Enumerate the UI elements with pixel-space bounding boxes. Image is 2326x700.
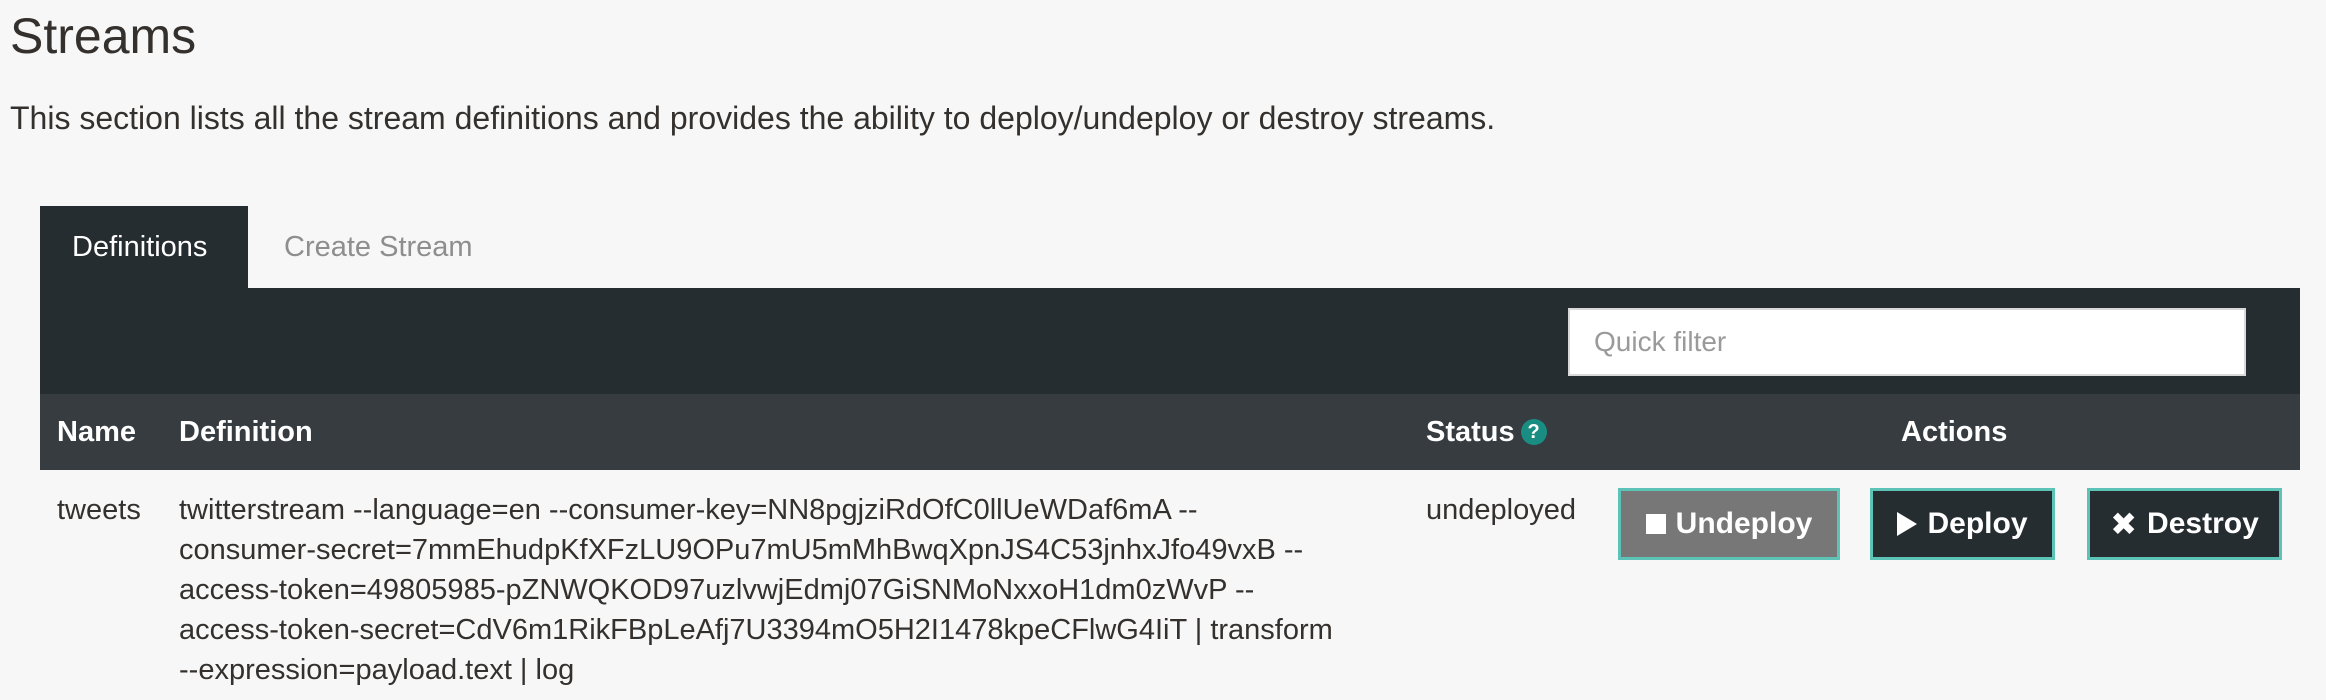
definition-line: twitterstream --language=en --consumer-k… xyxy=(179,494,1198,526)
definition-line: access-token=49805985-pZNWQKOD97uzlvwjEd… xyxy=(179,574,1255,606)
undeploy-button-label: Undeploy xyxy=(1675,507,1813,540)
tab-bar: Definitions Create Stream xyxy=(40,206,473,288)
destroy-button-label: Destroy xyxy=(2147,507,2259,540)
stop-square-icon xyxy=(1645,514,1666,534)
definition-line: --expression=payload.text | log xyxy=(179,654,575,686)
stream-status: undeployed xyxy=(1426,494,1576,526)
table-header: Name Definition Status? Actions xyxy=(40,394,2300,470)
question-circle-icon[interactable]: ? xyxy=(1520,419,1547,445)
undeploy-button[interactable]: Undeploy xyxy=(1618,488,1840,560)
page-title: Streams xyxy=(10,8,197,64)
quick-filter-input[interactable] xyxy=(1568,308,2246,376)
stream-definition: twitterstream --language=en --consumer-k… xyxy=(179,490,1424,690)
column-header-status-label: Status xyxy=(1426,416,1515,448)
close-x-icon: ✖ xyxy=(2110,506,2138,542)
definition-line: consumer-secret=7mmEhudpKfXFzLU9OPu7mU5m… xyxy=(179,534,1304,566)
stream-name: tweets xyxy=(57,494,141,526)
filter-bar xyxy=(40,288,2300,394)
column-header-name: Name xyxy=(57,416,136,448)
table-row: tweets twitterstream --language=en --con… xyxy=(40,470,2300,700)
column-header-status: Status? xyxy=(1426,394,1547,470)
destroy-button[interactable]: ✖ Destroy xyxy=(2087,488,2282,560)
column-header-actions: Actions xyxy=(1901,416,2008,448)
definition-line: access-token-secret=CdV6m1RikFBpLeAfj7U3… xyxy=(179,614,1333,646)
deploy-button-label: Deploy xyxy=(1927,507,2028,540)
column-header-definition: Definition xyxy=(179,416,313,448)
page-description: This section lists all the stream defini… xyxy=(10,100,1496,136)
definitions-panel: Name Definition Status? Actions tweets t… xyxy=(40,288,2300,700)
deploy-button[interactable]: Deploy xyxy=(1870,488,2055,560)
tab-create-stream[interactable]: Create Stream xyxy=(40,206,540,288)
play-icon xyxy=(1897,512,1918,536)
